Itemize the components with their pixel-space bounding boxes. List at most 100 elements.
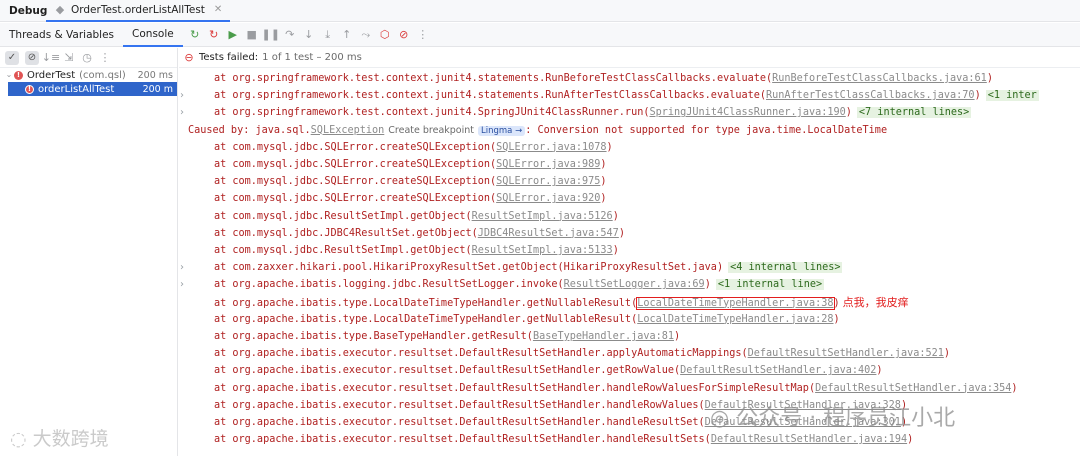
watermark-left: ◌ 大数跨境 [10, 424, 109, 451]
source-link[interactable]: ResultSetImpl.java:5126 [472, 211, 613, 222]
source-link[interactable]: JDBC4ResultSet.java:547 [478, 228, 619, 239]
line-text: at org.apache.ibatis.executor.resultset.… [214, 345, 950, 362]
history-icon[interactable]: ◷ [81, 51, 93, 64]
chevron-down-icon[interactable]: ⌄ [4, 69, 14, 81]
lingma-button[interactable]: Lingma → [478, 125, 526, 136]
source-link[interactable]: SQLError.java:1078 [496, 142, 606, 153]
tab-run-config[interactable]: ◆ OrderTest.orderListAllTest ✕ [46, 0, 231, 22]
source-link[interactable]: DefaultResultSetHandler.java:521 [748, 348, 944, 359]
wechat-icon: ◎ [710, 406, 730, 431]
mute-breakpoints-icon[interactable]: ⊘ [398, 28, 410, 41]
create-breakpoint-link[interactable]: Create breakpoint [388, 125, 474, 136]
frame-text: at com.mysql.jdbc.SQLError.createSQLExce… [214, 176, 497, 188]
source-link[interactable]: RunAfterTestClassCallbacks.java:70 [766, 90, 975, 101]
rerun-icon[interactable]: ↻ [189, 28, 201, 41]
frame-text: at org.apache.ibatis.executor.resultset.… [214, 417, 705, 428]
line-text: at org.apache.ibatis.type.LocalDateTimeT… [214, 294, 909, 312]
source-link[interactable]: LocalDateTimeTypeHandler.java:28 [637, 314, 833, 325]
expand-chevron-icon[interactable]: › [180, 259, 184, 276]
frame-text: at org.apache.ibatis.executor.resultset.… [214, 434, 711, 446]
frame-text-tail: ) [618, 227, 625, 239]
source-link[interactable]: SQLError.java:920 [496, 193, 600, 204]
line-text: at com.mysql.jdbc.SQLError.createSQLExce… [214, 173, 607, 190]
tab-threads-variables[interactable]: Threads & Variables [0, 23, 123, 47]
tree-item-ordertest[interactable]: ⌄ ! OrderTest (com.qsl) 200 ms [0, 68, 177, 82]
line-text: at org.apache.ibatis.type.BaseTypeHandle… [214, 328, 680, 345]
source-link[interactable]: SpringJUnit4ClassRunner.java:190 [649, 107, 845, 118]
internal-lines-badge[interactable]: <1 internal line> [715, 279, 825, 291]
frame-text: at com.mysql.jdbc.ResultSetImpl.getObjec… [214, 245, 472, 256]
error-icon: ! [25, 84, 34, 94]
source-link[interactable]: SQLError.java:975 [496, 176, 600, 187]
line-text: at org.springframework.test.context.juni… [214, 70, 993, 87]
source-link[interactable]: SQLException [311, 125, 385, 136]
line-text: at org.springframework.test.context.juni… [214, 104, 972, 121]
view-breakpoints-icon[interactable]: ⬡ [379, 28, 391, 41]
debug-title-bar: Debug ◆ OrderTest.orderListAllTest ✕ [0, 0, 1080, 22]
debug-action-icons: ↻ ↻ ▶ ■ ❚❚ ↷ ↓ ⤓ ↑ ⤳ ⬡ ⊘ ⋮ [189, 28, 429, 41]
console-output[interactable]: at org.springframework.test.context.juni… [179, 69, 1080, 456]
tree-item-orderlistalltest[interactable]: ! orderListAllTest 200 m [8, 82, 177, 96]
debug-toolbar: Threads & Variables Console ↻ ↻ ▶ ■ ❚❚ ↷… [0, 23, 1080, 47]
line-text: at com.mysql.jdbc.ResultSetImpl.getObjec… [214, 208, 619, 225]
watermark-left-text: 大数跨境 [32, 428, 109, 450]
source-link[interactable]: SQLError.java:989 [496, 159, 600, 170]
watermark-logo-icon: ◌ [10, 428, 27, 450]
frame-text: at org.springframework.test.context.juni… [214, 90, 767, 102]
frame-text-tail: ) [845, 107, 852, 119]
annotation-text: 点我，我皮痒 [842, 295, 909, 309]
resume-icon[interactable]: ▶ [227, 28, 239, 41]
step-into-icon[interactable]: ↓ [303, 28, 315, 41]
internal-lines-badge[interactable]: <7 internal lines> [856, 107, 972, 119]
test-status-bar: ⊖ Tests failed: 1 of 1 test – 200 ms [179, 48, 1080, 68]
sort-duration-icon[interactable]: ⇲ [63, 51, 75, 64]
source-link[interactable]: ResultSetImpl.java:5133 [472, 245, 613, 256]
source-link[interactable]: DefaultResultSetHandler.java:402 [680, 365, 876, 376]
frame-text: at org.apache.ibatis.type.BaseTypeHandle… [214, 331, 533, 342]
step-over-icon[interactable]: ↷ [284, 28, 296, 41]
close-tab-icon[interactable]: ✕ [214, 4, 222, 15]
expand-chevron-icon[interactable]: › [180, 276, 184, 293]
debug-title: Debug [9, 4, 48, 17]
frame-text: at org.apache.ibatis.type.LocalDateTimeT… [214, 297, 638, 309]
internal-lines-badge[interactable]: <4 internal lines> [728, 262, 843, 274]
source-link[interactable]: DefaultResultSetHandler.java:354 [815, 383, 1011, 394]
line-text: at com.mysql.jdbc.ResultSetImpl.getObjec… [214, 242, 619, 259]
frame-text-tail: ) [674, 331, 681, 342]
run-to-cursor-icon[interactable]: ⤳ [360, 28, 372, 41]
frame-text-tail: ) [600, 159, 607, 170]
source-link[interactable]: ResultSetLogger.java:69 [564, 279, 705, 290]
step-out-icon[interactable]: ↑ [341, 28, 353, 41]
expand-chevron-icon[interactable]: › [180, 87, 184, 104]
expand-chevron-icon[interactable]: › [180, 104, 184, 121]
stop-icon[interactable]: ■ [246, 28, 258, 41]
settings-icon[interactable]: ⋮ [99, 51, 111, 64]
test-config-icon: ◆ [55, 2, 65, 16]
rerun-failed-icon[interactable]: ↻ [208, 28, 220, 41]
source-link[interactable]: DefaultResultSetHandler.java:194 [711, 434, 907, 445]
tests-failed-detail: 1 of 1 test – 200 ms [262, 52, 362, 63]
more-icon[interactable]: ⋮ [417, 28, 429, 41]
frame-text: at com.zaxxer.hikari.pool.HikariProxyRes… [214, 262, 724, 274]
highlighted-source-link[interactable]: LocalDateTimeTypeHandler.java:38 [636, 296, 835, 310]
source-link[interactable]: BaseTypeHandler.java:81 [533, 331, 674, 342]
line-text: at com.mysql.jdbc.SQLError.createSQLExce… [214, 139, 613, 156]
step-into-force-icon[interactable]: ⤓ [322, 28, 334, 41]
frame-text: at org.apache.ibatis.executor.resultset.… [214, 399, 705, 411]
line-text: at org.apache.ibatis.type.LocalDateTimeT… [214, 311, 840, 328]
source-link[interactable]: RunBeforeTestClassCallbacks.java:61 [772, 73, 987, 84]
line-text: at org.springframework.test.context.juni… [214, 87, 1039, 104]
sort-alpha-icon[interactable]: ↓≡ [42, 51, 60, 64]
tab-console[interactable]: Console [123, 23, 183, 47]
internal-lines-badge[interactable]: <1 inter [985, 90, 1039, 102]
frame-text-tail: ) [612, 245, 619, 256]
tree-item-label: orderListAllTest [38, 83, 115, 95]
frame-text-tail: ) [986, 73, 993, 84]
tree-item-label: OrderTest [27, 69, 76, 81]
frame-text-tail: ) [833, 313, 840, 325]
frame-text-tail: ) [907, 434, 914, 446]
pause-icon[interactable]: ❚❚ [262, 28, 280, 41]
frame-text: at com.mysql.jdbc.SQLError.createSQLExce… [214, 141, 497, 153]
show-ignored-icon[interactable]: ⊘ [25, 50, 39, 65]
show-passed-icon[interactable]: ✓ [5, 50, 19, 65]
